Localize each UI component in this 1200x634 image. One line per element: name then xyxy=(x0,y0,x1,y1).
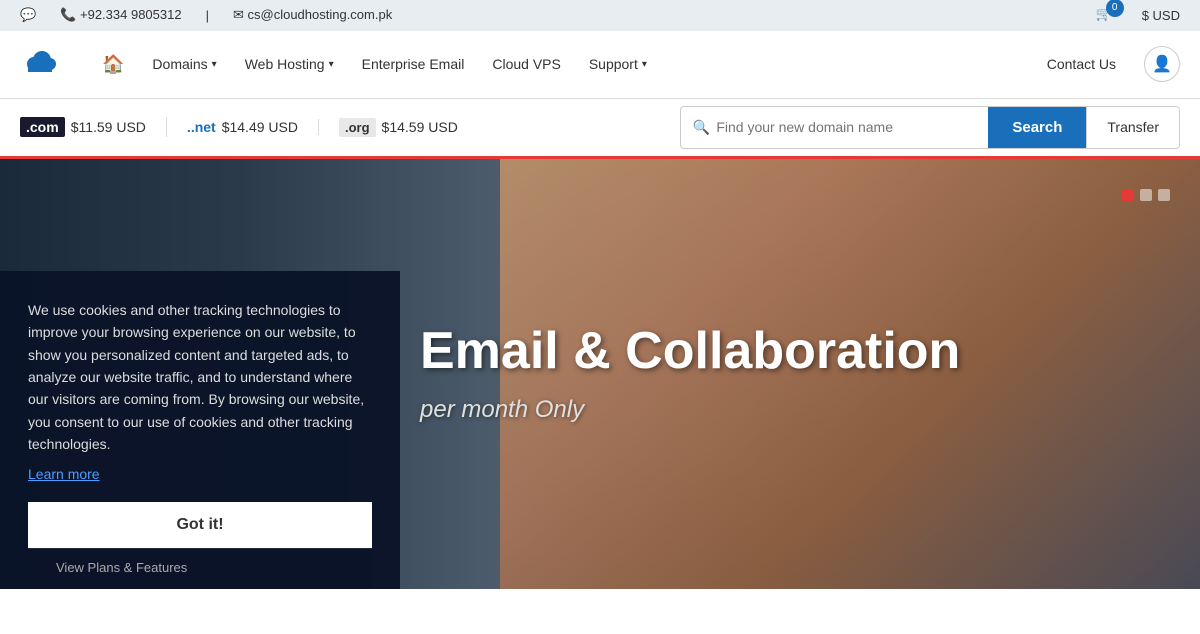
domain-prices: .com $11.59 USD ..net $14.49 USD .org $1… xyxy=(20,117,680,137)
currency-selector[interactable]: $ USD xyxy=(1142,8,1180,23)
domain-search-button[interactable]: Search xyxy=(988,107,1086,148)
domain-bar: .com $11.59 USD ..net $14.49 USD .org $1… xyxy=(0,99,1200,159)
chevron-down-icon: ▾ xyxy=(329,59,334,70)
domain-transfer-button[interactable]: Transfer xyxy=(1086,107,1179,147)
phone-contact: 📞 +92.334 9805312 xyxy=(60,7,181,23)
hero-section: Email & Collaboration per month Only We … xyxy=(0,159,1200,589)
top-bar-left: 💬 📞 +92.334 9805312 | ✉ cs@cloudhosting.… xyxy=(20,7,392,23)
logo-cloud-icon: CLOUD HOSTING xyxy=(20,44,60,84)
nav-web-hosting[interactable]: Web Hosting ▾ xyxy=(233,48,346,80)
cookie-banner: We use cookies and other tracking techno… xyxy=(0,271,400,589)
net-price-item: ..net $14.49 USD xyxy=(187,119,319,135)
email-contact: ✉ cs@cloudhosting.com.pk xyxy=(233,7,392,23)
whatsapp-icon: 💬 xyxy=(20,7,36,23)
nav-support[interactable]: Support ▾ xyxy=(577,48,659,80)
hero-title: Email & Collaboration xyxy=(420,323,1200,380)
nav-right: Contact Us 👤 xyxy=(1031,46,1180,82)
cart-icon[interactable]: 🛒0 xyxy=(1096,6,1130,25)
net-tld: ..net xyxy=(187,119,216,135)
net-price: $14.49 USD xyxy=(222,119,298,135)
phone-icon: 📞 xyxy=(60,7,76,22)
top-bar: 💬 📞 +92.334 9805312 | ✉ cs@cloudhosting.… xyxy=(0,0,1200,31)
domain-search-area: 🔍 Search Transfer xyxy=(680,106,1180,149)
view-plans-link[interactable]: View Plans & Features xyxy=(56,560,187,575)
chevron-down-icon: ▾ xyxy=(642,59,647,70)
org-price-item: .org $14.59 USD xyxy=(339,118,478,137)
hero-subtitle: per month Only xyxy=(420,396,1200,424)
nav-enterprise-email[interactable]: Enterprise Email xyxy=(350,48,477,80)
email-separator: | xyxy=(206,8,209,23)
contact-us-button[interactable]: Contact Us xyxy=(1031,48,1132,80)
nav-domains[interactable]: Domains ▾ xyxy=(140,48,228,80)
com-tld: .com xyxy=(20,117,65,137)
com-price-item: .com $11.59 USD xyxy=(20,117,167,137)
email-icon: ✉ xyxy=(233,7,244,22)
com-price: $11.59 USD xyxy=(71,119,146,135)
navbar: CLOUD HOSTING 🏠 Domains ▾ Web Hosting ▾ … xyxy=(0,31,1200,99)
org-price: $14.59 USD xyxy=(382,119,458,135)
learn-more-link[interactable]: Learn more xyxy=(28,466,372,482)
cookie-text: We use cookies and other tracking techno… xyxy=(28,299,372,456)
nav-home[interactable]: 🏠 xyxy=(90,46,136,83)
user-account-icon[interactable]: 👤 xyxy=(1144,46,1180,82)
chevron-down-icon: ▾ xyxy=(212,59,217,70)
search-icon: 🔍 xyxy=(693,119,710,136)
nav-items: 🏠 Domains ▾ Web Hosting ▾ Enterprise Ema… xyxy=(90,46,1021,83)
org-tld: .org xyxy=(339,118,376,137)
view-plans-area: View Plans & Features xyxy=(28,548,372,589)
domain-search-input[interactable] xyxy=(716,109,976,145)
got-it-button[interactable]: Got it! xyxy=(28,502,372,548)
logo[interactable]: CLOUD HOSTING xyxy=(20,44,60,84)
nav-cloud-vps[interactable]: Cloud VPS xyxy=(480,48,572,80)
domain-search-input-wrap: 🔍 xyxy=(681,109,988,145)
top-bar-right: 🛒0 $ USD xyxy=(1096,6,1180,25)
svg-text:CLOUD HOSTING: CLOUD HOSTING xyxy=(24,75,60,81)
